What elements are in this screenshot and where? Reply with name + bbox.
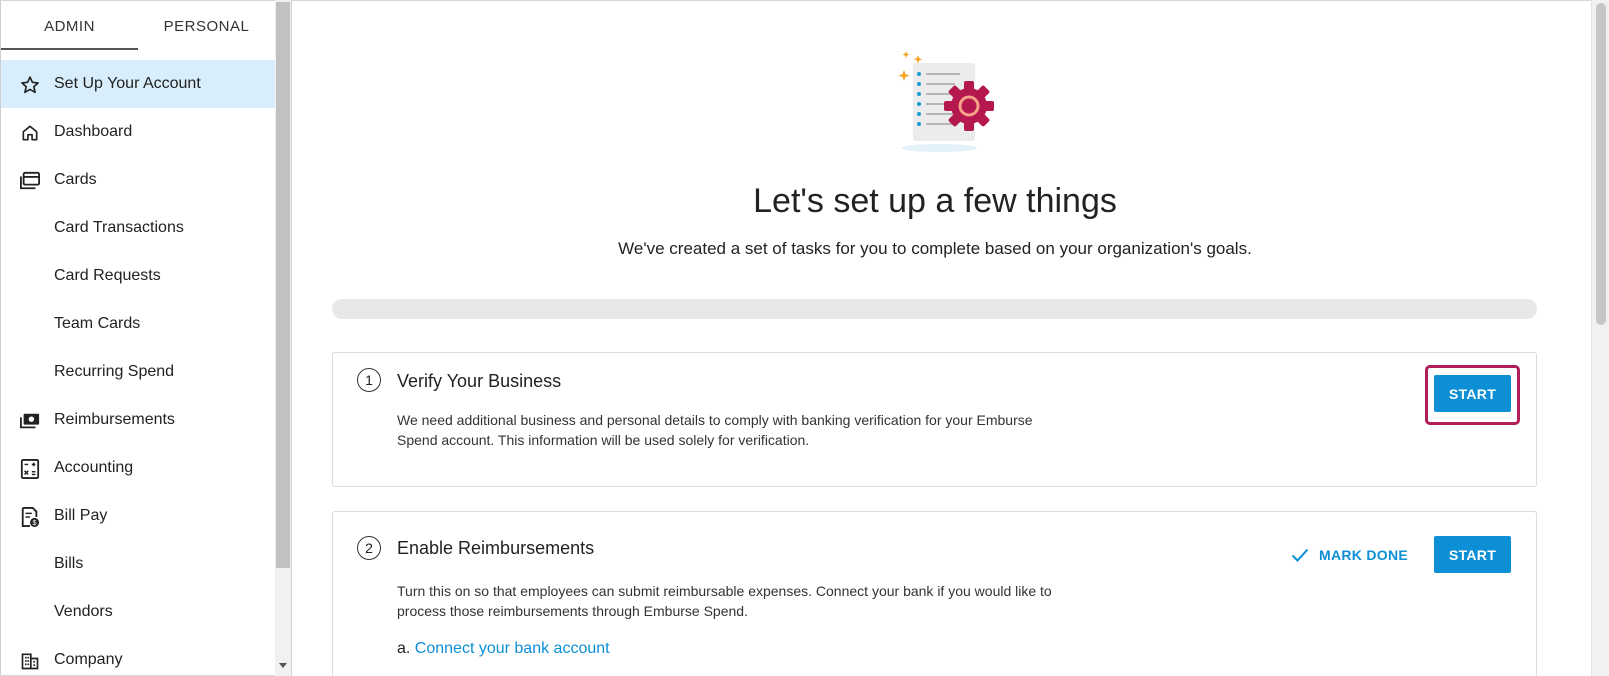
main-scrollbar[interactable] — [1591, 0, 1609, 676]
sidebar-item-label: Card Requests — [54, 267, 161, 284]
page-subtitle: We've created a set of tasks for you to … — [618, 239, 1252, 258]
task-number: 1 — [357, 368, 381, 392]
sidebar-item-label: Bills — [54, 555, 84, 572]
main-content: Let's set up a few things We've created … — [291, 0, 1591, 676]
step-prefix: a. — [397, 640, 411, 657]
sidebar-item-bill-pay[interactable]: $ Bill Pay — [1, 492, 275, 540]
start-button[interactable]: START — [1434, 536, 1511, 573]
sidebar-item-label: Cards — [54, 171, 97, 188]
task-card-enable-reimbursements: 2 Enable Reimbursements Turn this on so … — [332, 511, 1537, 676]
tab-admin[interactable]: ADMIN — [1, 1, 138, 51]
sidebar-item-recurring-spend[interactable]: Recurring Spend — [1, 348, 275, 396]
home-icon — [19, 122, 41, 144]
task-description: Turn this on so that employees can submi… — [397, 583, 1052, 619]
task-step: a. Connect your bank account — [397, 640, 610, 658]
sidebar-item-label: Vendors — [54, 603, 113, 620]
sidebar-item-card-requests[interactable]: Card Requests — [1, 252, 275, 300]
app-window: ADMIN PERSONAL Set Up Your Account Dashb… — [0, 0, 1609, 676]
setup-checklist-gear-icon — [898, 51, 994, 152]
sidebar-item-company[interactable]: Company — [1, 636, 275, 675]
scroll-down-arrow-icon[interactable] — [279, 663, 287, 668]
sidebar: ADMIN PERSONAL Set Up Your Account Dashb… — [0, 0, 275, 676]
main-scroll-thumb[interactable] — [1596, 3, 1606, 325]
tab-personal[interactable]: PERSONAL — [138, 1, 275, 51]
calculator-icon — [19, 458, 41, 480]
building-icon — [19, 650, 41, 672]
sidebar-item-label: Bill Pay — [54, 507, 108, 524]
sidebar-item-label: Team Cards — [54, 315, 141, 332]
sidebar-item-label: Set Up Your Account — [54, 75, 201, 92]
sidebar-item-vendors[interactable]: Vendors — [1, 588, 275, 636]
sidebar-item-dashboard[interactable]: Dashboard — [1, 108, 275, 156]
sidebar-nav: Set Up Your Account Dashboard Cards Card… — [1, 60, 275, 675]
sidebar-item-reimbursements[interactable]: Reimbursements — [1, 396, 275, 444]
sidebar-item-cards[interactable]: Cards — [1, 156, 275, 204]
sidebar-item-label: Reimbursements — [54, 411, 175, 428]
page-title: Let's set up a few things — [753, 182, 1117, 220]
sidebar-item-label: Accounting — [54, 459, 134, 476]
mark-done-button[interactable]: MARK DONE — [1291, 543, 1408, 567]
sidebar-scroll-thumb[interactable] — [276, 2, 290, 568]
star-icon — [19, 74, 41, 96]
sidebar-tabs: ADMIN PERSONAL — [1, 1, 275, 51]
start-button[interactable]: START — [1434, 375, 1511, 412]
sidebar-scrollbar[interactable] — [275, 0, 291, 676]
sidebar-item-accounting[interactable]: Accounting — [1, 444, 275, 492]
task-card-verify-business: 1 Verify Your Business We need additiona… — [332, 352, 1537, 487]
mark-done-label: MARK DONE — [1319, 547, 1409, 563]
sidebar-item-bills[interactable]: Bills — [1, 540, 275, 588]
checkmark-icon — [1291, 548, 1309, 562]
sidebar-item-label: Card Transactions — [54, 219, 184, 236]
task-description: We need additional business and personal… — [397, 412, 1033, 448]
sidebar-item-team-cards[interactable]: Team Cards — [1, 300, 275, 348]
setup-progress-bar — [332, 299, 1537, 319]
task-title: Verify Your Business — [397, 371, 562, 391]
active-tab-indicator — [1, 48, 138, 50]
cash-icon — [19, 410, 41, 432]
sidebar-item-card-transactions[interactable]: Card Transactions — [1, 204, 275, 252]
cards-icon — [19, 170, 41, 192]
sidebar-item-label: Recurring Spend — [54, 363, 175, 380]
sidebar-item-set-up-your-account[interactable]: Set Up Your Account — [1, 60, 275, 108]
svg-text:$: $ — [33, 518, 37, 527]
task-number: 2 — [357, 536, 381, 560]
sidebar-item-label: Dashboard — [54, 123, 133, 140]
connect-bank-account-link[interactable]: Connect your bank account — [415, 640, 610, 657]
sidebar-item-label: Company — [54, 651, 123, 668]
bill-icon: $ — [19, 506, 41, 528]
task-title: Enable Reimbursements — [397, 538, 595, 558]
